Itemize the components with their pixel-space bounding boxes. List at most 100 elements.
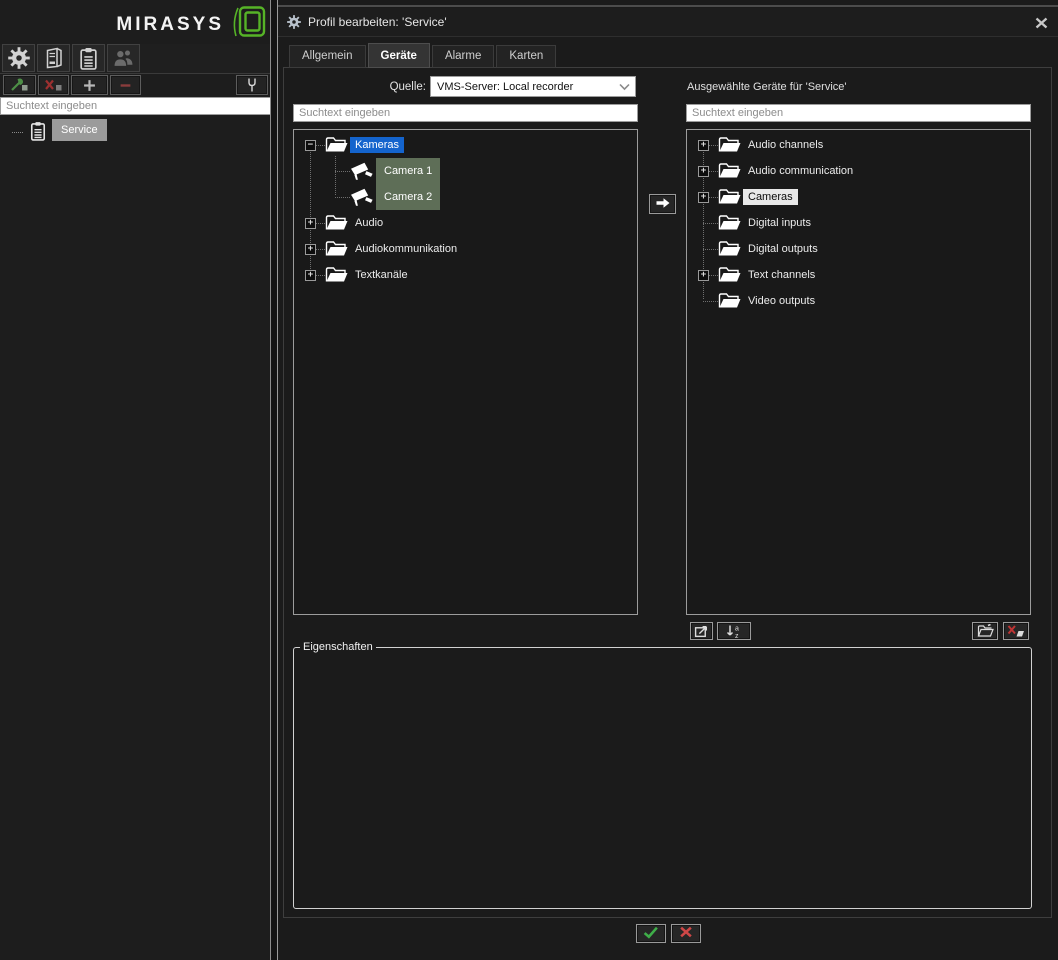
source-select[interactable]: VMS-Server: Local recorder bbox=[430, 76, 636, 97]
tree-item-audio-channels[interactable]: + Audio channels bbox=[687, 132, 1030, 158]
tree-item-label[interactable]: Textkanäle bbox=[350, 267, 413, 283]
sidebar-tab-profiles[interactable] bbox=[72, 44, 105, 72]
source-select-value: VMS-Server: Local recorder bbox=[431, 81, 619, 93]
sidebar-tab-settings[interactable] bbox=[2, 44, 35, 72]
tab-alarme[interactable]: Alarme bbox=[432, 45, 494, 68]
expand-expander-icon[interactable]: + bbox=[698, 192, 709, 203]
tree-item-label[interactable]: Kameras bbox=[350, 137, 404, 153]
sort-alphabetical-button[interactable]: az bbox=[717, 622, 751, 640]
tree-item-label[interactable]: Audiokommunikation bbox=[350, 241, 462, 257]
tree-connector bbox=[703, 249, 718, 250]
delete-profile-button[interactable] bbox=[110, 75, 141, 95]
tree-item-label[interactable]: Cameras bbox=[743, 189, 798, 205]
dialog-top-border bbox=[278, 5, 1058, 7]
tree-item-camera-2[interactable]: Camera 2 bbox=[294, 184, 637, 210]
tree-item-label[interactable]: Camera 2 bbox=[376, 184, 440, 210]
clipboard-icon bbox=[79, 47, 98, 70]
tree-connector bbox=[709, 145, 718, 146]
tree-item-label[interactable]: Camera 1 bbox=[376, 158, 440, 184]
folder-icon bbox=[718, 215, 742, 232]
tree-item-kameras[interactable]: − Kameras bbox=[294, 132, 637, 158]
remove-folder-button[interactable] bbox=[1003, 622, 1029, 640]
folder-icon bbox=[718, 189, 742, 206]
available-devices-search-input[interactable] bbox=[293, 104, 638, 122]
move-device-button[interactable] bbox=[690, 622, 713, 640]
add-profile-button[interactable] bbox=[71, 75, 108, 95]
add-to-profile-button[interactable] bbox=[649, 194, 676, 214]
profile-item-service[interactable]: Service bbox=[52, 119, 107, 141]
tree-item-audiokommunikation[interactable]: + Audiokommunikation bbox=[294, 236, 637, 262]
properties-fieldset: Eigenschaften bbox=[293, 641, 1032, 909]
tree-item-digital-inputs[interactable]: Digital inputs bbox=[687, 210, 1030, 236]
tree-item-text-channels[interactable]: + Text channels bbox=[687, 262, 1030, 288]
users-icon bbox=[113, 48, 134, 69]
selected-devices-search-input[interactable] bbox=[686, 104, 1031, 122]
folder-icon bbox=[718, 293, 742, 310]
dialog-titlebar[interactable]: Profil bearbeiten: 'Service' bbox=[278, 8, 1058, 37]
svg-text:z: z bbox=[735, 633, 739, 639]
tree-connector bbox=[709, 171, 718, 172]
expand-expander-icon[interactable]: + bbox=[698, 166, 709, 177]
svg-text:a: a bbox=[735, 625, 739, 632]
tree-connector bbox=[335, 171, 350, 172]
panel-divider[interactable] bbox=[270, 0, 278, 960]
tree-item-label[interactable]: Audio channels bbox=[743, 137, 828, 153]
selected-devices-tree[interactable]: + Audio channels + Audio communication + Came… bbox=[686, 129, 1031, 615]
available-devices-tree[interactable]: − Kameras Camera 1Camera 2 + Audio + Audiokomm… bbox=[293, 129, 638, 615]
expand-expander-icon[interactable]: + bbox=[698, 270, 709, 281]
tab-karten[interactable]: Karten bbox=[496, 45, 556, 68]
ok-button[interactable] bbox=[636, 924, 666, 943]
wrench-add-icon bbox=[10, 78, 29, 92]
connect-button[interactable] bbox=[236, 75, 268, 95]
profile-tree-row[interactable]: Service bbox=[0, 119, 270, 144]
tree-item-digital-outputs[interactable]: Digital outputs bbox=[687, 236, 1030, 262]
tree-connector bbox=[316, 249, 325, 250]
expand-expander-icon[interactable]: + bbox=[698, 140, 709, 151]
source-label: Quelle: bbox=[338, 81, 426, 93]
close-icon[interactable] bbox=[1033, 15, 1049, 31]
chevron-down-icon bbox=[619, 83, 635, 91]
cancel-button[interactable] bbox=[671, 924, 701, 943]
sidebar-tab-recorders[interactable] bbox=[37, 44, 70, 72]
minus-icon bbox=[119, 79, 132, 92]
tab-allgemein[interactable]: Allgemein bbox=[289, 45, 366, 68]
mirasys-logo: MIRASYS bbox=[116, 5, 267, 44]
tree-item-camera-1[interactable]: Camera 1 bbox=[294, 158, 637, 184]
collapse-expander-icon[interactable]: − bbox=[305, 140, 316, 151]
tree-item-cameras[interactable]: + Cameras bbox=[687, 184, 1030, 210]
remove-item-button[interactable] bbox=[38, 75, 69, 95]
expand-expander-icon[interactable]: + bbox=[305, 218, 316, 229]
camera-icon bbox=[350, 162, 375, 181]
tree-item-label[interactable]: Digital inputs bbox=[743, 215, 816, 231]
pop-out-icon bbox=[694, 624, 709, 638]
tree-item-label[interactable]: Audio bbox=[350, 215, 388, 231]
dialog-footer bbox=[278, 924, 1058, 943]
sort-az-icon: az bbox=[724, 624, 744, 639]
tree-item-video-outputs[interactable]: Video outputs bbox=[687, 288, 1030, 314]
folder-icon bbox=[325, 137, 349, 154]
tree-item-audio-communication[interactable]: + Audio communication bbox=[687, 158, 1030, 184]
tree-connector bbox=[12, 132, 23, 133]
selected-devices-title: Ausgewählte Geräte für 'Service' bbox=[687, 81, 847, 93]
expand-expander-icon[interactable]: + bbox=[305, 244, 316, 255]
plug-icon bbox=[246, 77, 258, 93]
plus-icon bbox=[83, 79, 96, 92]
sidebar-tab-users[interactable] bbox=[107, 44, 140, 72]
folder-icon bbox=[325, 267, 349, 284]
tree-item-label[interactable]: Text channels bbox=[743, 267, 820, 283]
tree-item-label[interactable]: Digital outputs bbox=[743, 241, 823, 257]
server-icon bbox=[44, 46, 64, 70]
selected-tree-tools-left: az bbox=[690, 622, 751, 640]
properties-legend: Eigenschaften bbox=[300, 641, 376, 653]
tab-ger-te[interactable]: Geräte bbox=[368, 43, 430, 68]
add-item-button[interactable] bbox=[3, 75, 36, 95]
sidebar-action-buttons bbox=[0, 75, 270, 96]
tree-item-audio[interactable]: + Audio bbox=[294, 210, 637, 236]
edit-profile-dialog: Profil bearbeiten: 'Service' AllgemeinGe… bbox=[278, 0, 1058, 960]
tree-item-textkan-le[interactable]: + Textkanäle bbox=[294, 262, 637, 288]
tree-item-label[interactable]: Video outputs bbox=[743, 293, 820, 309]
edit-folder-button[interactable] bbox=[972, 622, 998, 640]
expand-expander-icon[interactable]: + bbox=[305, 270, 316, 281]
tree-connector bbox=[703, 301, 718, 302]
tree-item-label[interactable]: Audio communication bbox=[743, 163, 858, 179]
